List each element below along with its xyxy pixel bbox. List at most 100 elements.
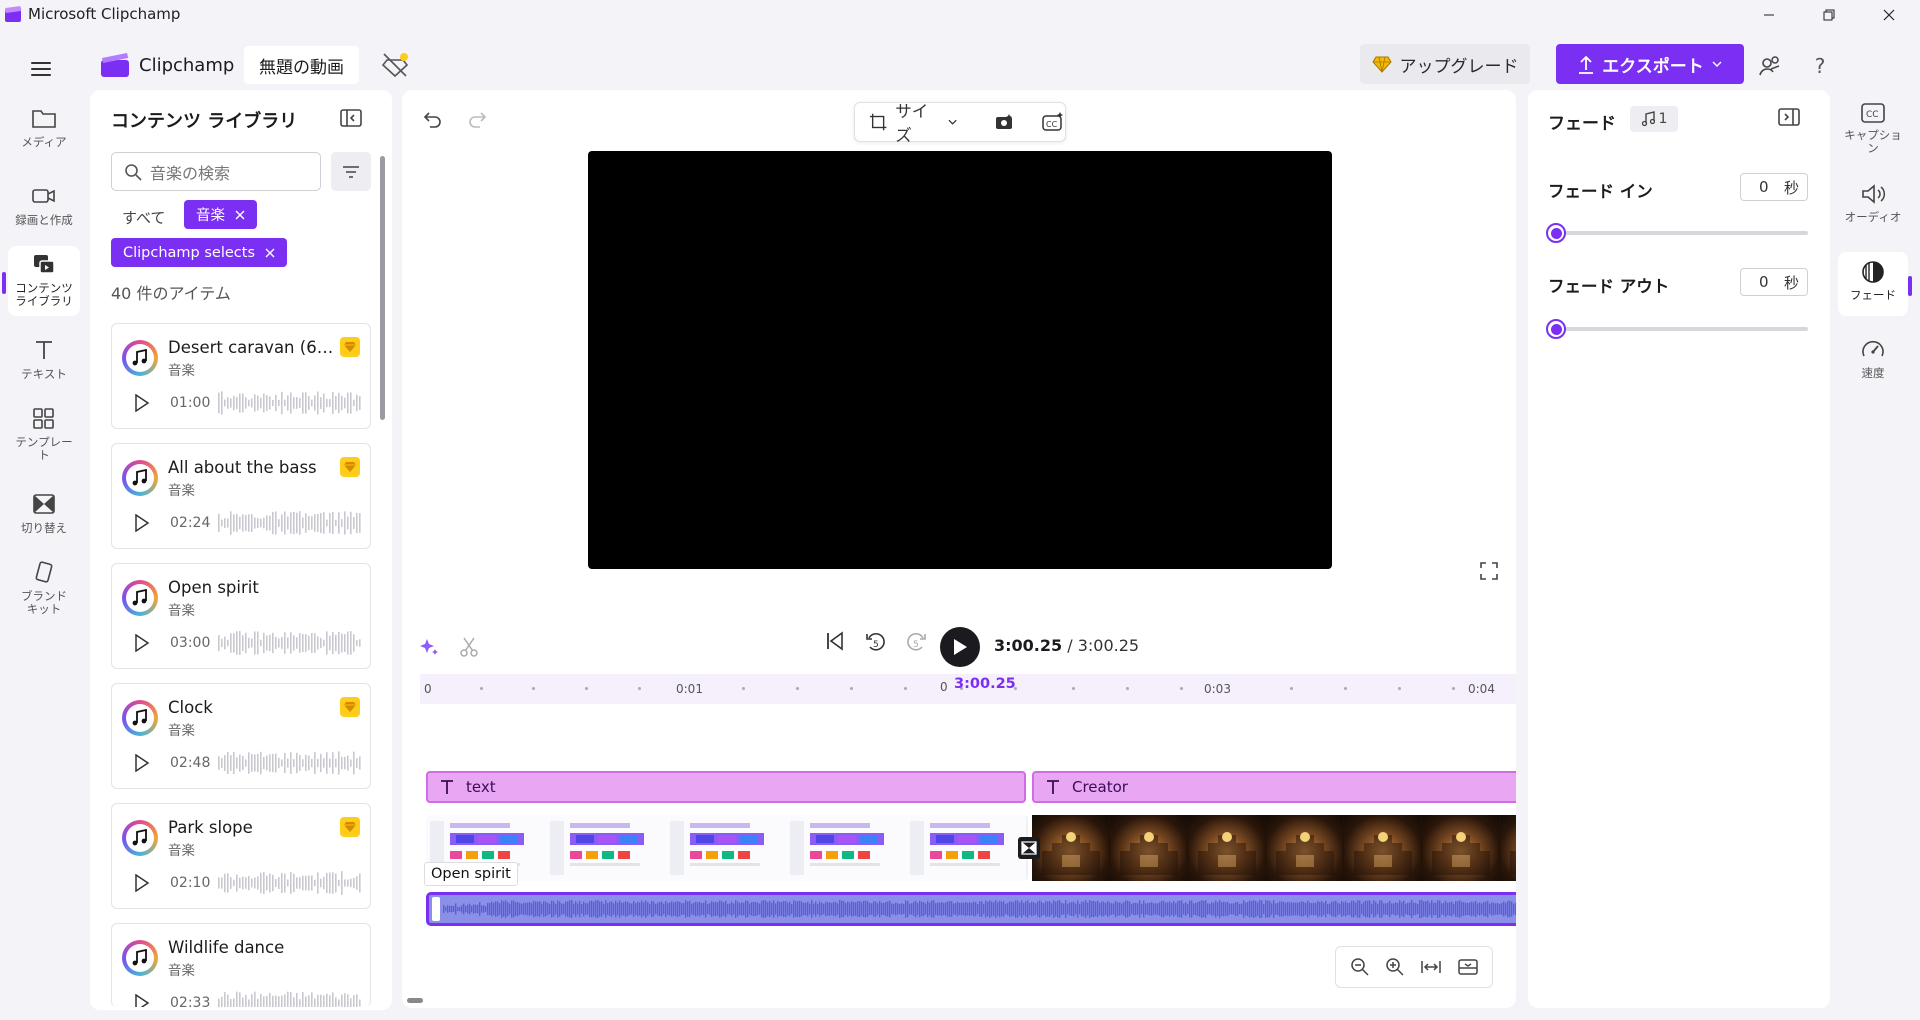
fullscreen-icon[interactable] <box>1478 560 1500 582</box>
export-button[interactable]: エクスポート <box>1556 44 1744 84</box>
filter-button[interactable] <box>331 152 371 191</box>
ruler-label: 0:01 <box>676 682 703 696</box>
timeline-layout-icon[interactable] <box>1457 957 1479 977</box>
search-input[interactable]: 音楽の検索 <box>111 152 321 191</box>
ruler-tick <box>532 687 535 690</box>
project-title[interactable]: 無題の動画 <box>244 46 359 84</box>
sparkle-icon[interactable] <box>418 636 440 658</box>
music-type: 音楽 <box>168 963 195 979</box>
minimize-button[interactable] <box>1746 0 1792 30</box>
nav-text[interactable]: テキスト <box>8 338 80 398</box>
music-card[interactable]: All about the bass 音楽 02:24 <box>111 443 371 549</box>
text-icon <box>1047 780 1059 794</box>
scissors-icon[interactable] <box>458 636 480 658</box>
close-icon <box>235 210 245 219</box>
upgrade-button[interactable]: アップグレード <box>1360 44 1530 84</box>
waveform-preview <box>218 871 361 895</box>
forward-5-icon[interactable]: 5 <box>904 630 928 654</box>
ruler-tick <box>1180 687 1183 690</box>
ruler-tick <box>480 687 483 690</box>
zoom-in-icon[interactable] <box>1385 957 1405 977</box>
premium-diamond-icon <box>340 697 360 717</box>
play-preview-icon[interactable] <box>134 994 150 1007</box>
skip-start-icon[interactable] <box>824 630 846 652</box>
nav-record[interactable]: 録画と作成 <box>8 184 80 244</box>
item-count: 40 件のアイテム <box>111 284 231 303</box>
music-disc-icon <box>122 580 158 616</box>
fade-out-input[interactable]: 0 秒 <box>1740 268 1808 296</box>
app-logo-icon <box>4 6 22 24</box>
music-card[interactable]: Clock 音楽 02:48 <box>111 683 371 789</box>
music-card[interactable]: Wildlife dance 音楽 02:33 <box>111 923 371 1007</box>
nav-transitions[interactable]: 切り替え <box>8 492 80 552</box>
filter-all[interactable]: すべて <box>122 207 165 228</box>
music-card[interactable]: Desert caravan (60 s... 音楽 01:00 <box>111 323 371 429</box>
rnav-fade[interactable]: フェード <box>1838 252 1908 316</box>
transition-icon[interactable] <box>1018 837 1040 859</box>
window-title: Microsoft Clipchamp <box>28 5 181 23</box>
ruler-label: 0 <box>424 682 432 696</box>
music-title: Open spirit <box>168 578 259 597</box>
fade-out-slider-track[interactable] <box>1556 327 1808 331</box>
music-disc-icon <box>122 700 158 736</box>
zoom-out-icon[interactable] <box>1350 957 1370 977</box>
fade-in-slider-track[interactable] <box>1556 231 1808 235</box>
collapse-panel-icon[interactable] <box>338 106 366 134</box>
close-button[interactable] <box>1866 0 1912 30</box>
music-type: 音楽 <box>168 603 195 619</box>
text-clip[interactable]: text <box>426 771 1026 803</box>
fit-timeline-icon[interactable] <box>1420 957 1442 977</box>
video-thumbnail <box>1188 815 1266 881</box>
play-button[interactable] <box>940 627 980 667</box>
redo-icon[interactable] <box>466 108 490 132</box>
text-icon <box>441 780 453 794</box>
video-preview[interactable] <box>588 151 1332 569</box>
audio-waveform <box>443 900 1516 918</box>
video-clip-dark[interactable] <box>1032 815 1516 881</box>
fade-out-label: フェード アウト <box>1548 277 1670 296</box>
size-dropdown[interactable]: サイズ <box>869 98 957 146</box>
play-preview-icon[interactable] <box>134 394 150 412</box>
playhead-time[interactable]: 3:00.25 <box>954 676 1016 692</box>
music-card[interactable]: Open spirit 音楽 03:00 <box>111 563 371 669</box>
timeline-scrollbar[interactable] <box>407 998 423 1003</box>
help-button[interactable]: ? <box>1804 50 1836 82</box>
premium-off-icon[interactable] <box>380 50 410 80</box>
rnav-captions[interactable]: CC キャプション <box>1838 94 1908 166</box>
fade-in-slider-thumb[interactable] <box>1546 223 1566 243</box>
music-duration: 01:00 <box>170 395 211 411</box>
restore-button[interactable] <box>1806 0 1852 30</box>
nav-templates[interactable]: テンプレート <box>8 406 80 476</box>
nav-brand-kit[interactable]: ブランド キット <box>8 560 80 630</box>
fade-in-input[interactable]: 0 秒 <box>1740 173 1808 201</box>
play-preview-icon[interactable] <box>134 754 150 772</box>
rnav-audio[interactable]: オーディオ <box>1838 174 1908 238</box>
rewind-5-icon[interactable]: 5 <box>864 630 888 654</box>
background-remove-icon[interactable] <box>994 112 1016 132</box>
share-people-icon[interactable] <box>1754 50 1786 82</box>
fade-out-slider-thumb[interactable] <box>1546 319 1566 339</box>
play-preview-icon[interactable] <box>134 514 150 532</box>
text-clip[interactable]: Creator <box>1032 771 1516 803</box>
chip-clipchamp-selects[interactable]: Clipchamp selects <box>111 238 288 267</box>
undo-icon[interactable] <box>420 108 444 132</box>
nav-media[interactable]: メディア <box>8 106 80 166</box>
auto-captions-icon[interactable]: CC <box>1041 111 1065 133</box>
chip-music[interactable]: 音楽 <box>184 200 257 229</box>
nav-content-library[interactable]: コンテンツ ライブラリ <box>8 246 80 316</box>
video-thumbnail <box>906 815 1026 881</box>
rnav-speed[interactable]: 速度 <box>1838 330 1908 394</box>
audio-trim-handle[interactable] <box>432 897 440 921</box>
play-preview-icon[interactable] <box>134 874 150 892</box>
ruler-tick <box>1290 687 1293 690</box>
audio-clip[interactable] <box>426 892 1516 926</box>
svg-text:5: 5 <box>913 640 919 650</box>
play-preview-icon[interactable] <box>134 634 150 652</box>
collapse-panel-icon[interactable] <box>1777 106 1801 128</box>
library-scrollbar[interactable] <box>380 156 385 420</box>
menu-icon[interactable] <box>24 52 58 86</box>
play-icon <box>954 639 967 655</box>
fade-in-label: フェード イン <box>1548 182 1653 201</box>
music-card[interactable]: Park slope 音楽 02:10 <box>111 803 371 909</box>
chevron-down-icon <box>1712 61 1722 67</box>
